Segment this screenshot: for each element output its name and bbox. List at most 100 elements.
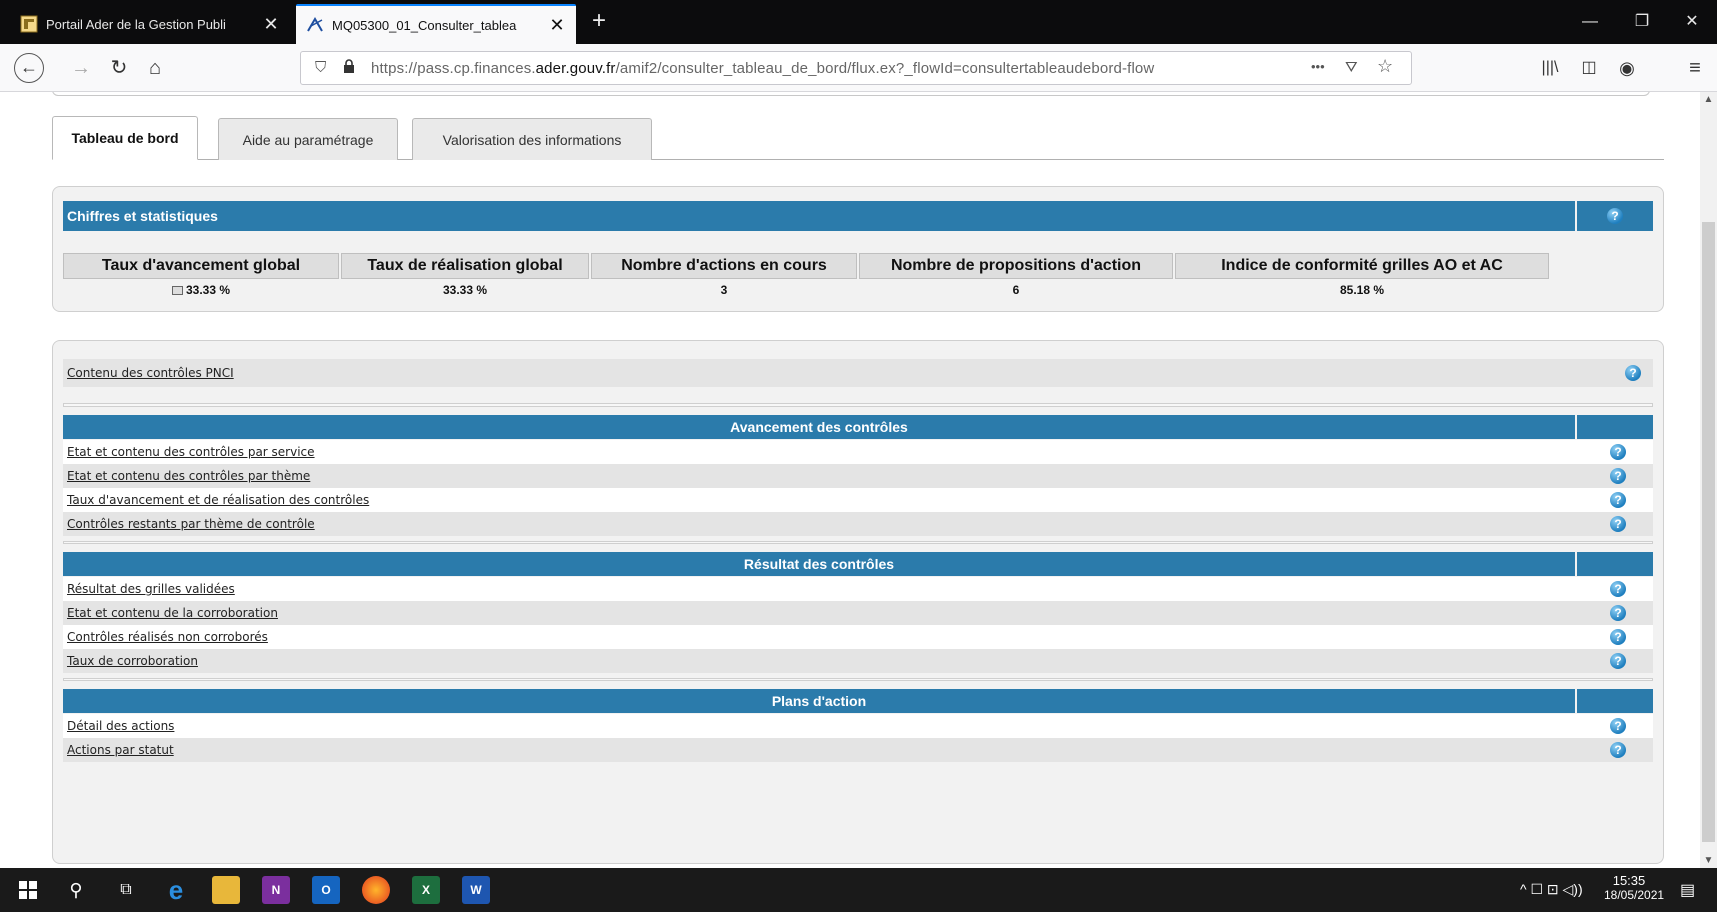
address-bar[interactable]: ⛉ https://pass.cp.finances.ader.gouv.fr/… bbox=[300, 51, 1412, 85]
reload-icon[interactable]: ↻ bbox=[104, 53, 134, 83]
back-arrow-icon[interactable]: ← bbox=[14, 53, 44, 83]
link-controles-restants[interactable]: Contrôles restants par thème de contrôle bbox=[63, 517, 1583, 531]
pnci-row: Contenu des contrôles PNCI ? bbox=[63, 359, 1653, 387]
section-title: Plans d'action bbox=[63, 689, 1575, 713]
stat-value: 33.33 % bbox=[63, 279, 339, 301]
edge-icon[interactable]: e bbox=[162, 875, 190, 905]
task-view-icon[interactable]: ⧉ bbox=[112, 876, 140, 904]
help-icon[interactable]: ? bbox=[1610, 605, 1626, 621]
stat-indice-conformite: Indice de conformité grilles AO et AC 85… bbox=[1175, 253, 1549, 301]
lock-icon[interactable] bbox=[343, 59, 355, 77]
page-actions-icon[interactable]: ••• bbox=[1311, 59, 1325, 74]
windows-start-icon[interactable] bbox=[14, 876, 42, 904]
link-contenu-pnci[interactable]: Contenu des contrôles PNCI bbox=[63, 366, 1613, 380]
report-row: Taux d'avancement et de réalisation des … bbox=[63, 488, 1653, 512]
scroll-down-icon[interactable]: ▼ bbox=[1702, 855, 1715, 866]
vertical-scrollbar[interactable]: ▲ ▼ bbox=[1700, 92, 1717, 868]
help-icon[interactable]: ? bbox=[1610, 629, 1626, 645]
link-taux-avancement-realisation[interactable]: Taux d'avancement et de réalisation des … bbox=[63, 493, 1583, 507]
link-non-corrobores[interactable]: Contrôles réalisés non corroborés bbox=[63, 630, 1583, 644]
stat-header: Taux d'avancement global bbox=[63, 253, 339, 279]
stat-header: Nombre de propositions d'action bbox=[859, 253, 1173, 279]
home-icon[interactable]: ⌂ bbox=[140, 53, 170, 83]
section-title: Résultat des contrôles bbox=[63, 552, 1575, 576]
stat-propositions-action: Nombre de propositions d'action 6 bbox=[859, 253, 1173, 301]
clock[interactable]: 15:35 18/05/2021 bbox=[1604, 873, 1665, 902]
report-row: Contrôles restants par thème de contrôle… bbox=[63, 512, 1653, 536]
tab-valorisation[interactable]: Valorisation des informations bbox=[412, 118, 652, 160]
clock-date: 18/05/2021 bbox=[1604, 888, 1665, 902]
minimize-icon[interactable]: — bbox=[1565, 8, 1615, 36]
file-explorer-icon[interactable] bbox=[212, 876, 240, 904]
menu-icon[interactable]: ≡ bbox=[1680, 53, 1710, 83]
broken-image-icon bbox=[171, 285, 183, 295]
link-taux-corroboration[interactable]: Taux de corroboration bbox=[63, 654, 1583, 668]
maximize-icon[interactable]: ❐ bbox=[1617, 8, 1667, 36]
stat-header: Nombre d'actions en cours bbox=[591, 253, 857, 279]
help-icon[interactable]: ? bbox=[1610, 653, 1626, 669]
link-controles-par-theme[interactable]: Etat et contenu des contrôles par thème bbox=[63, 469, 1583, 483]
onenote-icon[interactable]: N bbox=[262, 876, 290, 904]
tab-aide-parametrage[interactable]: Aide au paramétrage bbox=[218, 118, 398, 160]
tab-tableau-de-bord[interactable]: Tableau de bord bbox=[52, 116, 198, 160]
help-icon[interactable]: ? bbox=[1607, 208, 1623, 224]
link-detail-actions[interactable]: Détail des actions bbox=[63, 719, 1583, 733]
portal-favicon-icon bbox=[20, 15, 38, 33]
top-panel-edge bbox=[52, 92, 1650, 96]
pocket-icon[interactable]: ⛛ bbox=[1345, 59, 1358, 76]
stat-actions-en-cours: Nombre d'actions en cours 3 bbox=[591, 253, 857, 301]
separator bbox=[63, 403, 1653, 407]
close-window-icon[interactable]: ✕ bbox=[1667, 8, 1717, 36]
link-actions-par-statut[interactable]: Actions par statut bbox=[63, 743, 1583, 757]
bookmark-star-icon[interactable]: ☆ bbox=[1377, 56, 1393, 77]
browser-tab-portail[interactable]: Portail Ader de la Gestion Publi ✕ bbox=[10, 4, 290, 44]
report-row: Contrôles réalisés non corroborés? bbox=[63, 625, 1653, 649]
browser-tab-tableau[interactable]: MQ05300_01_Consulter_tablea ✕ bbox=[296, 4, 576, 44]
outlook-icon[interactable]: O bbox=[312, 876, 340, 904]
stat-header: Taux de réalisation global bbox=[341, 253, 589, 279]
tab-title: MQ05300_01_Consulter_tablea bbox=[332, 17, 517, 33]
ader-favicon-icon bbox=[306, 16, 324, 34]
forward-arrow-icon[interactable]: → bbox=[66, 53, 96, 83]
help-icon[interactable]: ? bbox=[1610, 718, 1626, 734]
library-icon[interactable]: |||\ bbox=[1535, 53, 1565, 83]
help-icon[interactable]: ? bbox=[1610, 516, 1626, 532]
help-icon[interactable]: ? bbox=[1610, 581, 1626, 597]
section-title: Avancement des contrôles bbox=[63, 415, 1575, 439]
excel-icon[interactable]: X bbox=[412, 876, 440, 904]
close-tab-icon[interactable]: ✕ bbox=[548, 15, 566, 36]
link-controles-par-service[interactable]: Etat et contenu des contrôles par servic… bbox=[63, 445, 1583, 459]
new-tab-button[interactable]: + bbox=[584, 6, 614, 38]
browser-tab-bar: Portail Ader de la Gestion Publi ✕ MQ053… bbox=[0, 0, 1717, 44]
help-icon[interactable]: ? bbox=[1610, 444, 1626, 460]
help-icon[interactable]: ? bbox=[1610, 492, 1626, 508]
stats-title-bar: Chiffres et statistiques bbox=[63, 201, 1575, 231]
stat-value: 3 bbox=[720, 283, 728, 297]
report-row: Etat et contenu de la corroboration? bbox=[63, 601, 1653, 625]
link-resultat-grilles[interactable]: Résultat des grilles validées bbox=[63, 582, 1583, 596]
stat-value: 6 bbox=[1012, 283, 1020, 297]
report-row: Résultat des grilles validées? bbox=[63, 577, 1653, 601]
help-icon[interactable]: ? bbox=[1610, 468, 1626, 484]
separator bbox=[63, 678, 1653, 681]
tray-icons[interactable]: ^ ☐ ⊡ ◁)) bbox=[1520, 881, 1583, 898]
stats-help-cell: ? bbox=[1577, 201, 1653, 231]
scroll-up-icon[interactable]: ▲ bbox=[1702, 94, 1715, 105]
help-icon[interactable]: ? bbox=[1610, 742, 1626, 758]
reports-panel: Contenu des contrôles PNCI ? Avancement … bbox=[52, 340, 1664, 864]
search-icon[interactable]: ⚲ bbox=[62, 876, 90, 904]
firefox-icon[interactable] bbox=[362, 876, 390, 904]
separator bbox=[63, 541, 1653, 544]
scroll-thumb[interactable] bbox=[1702, 222, 1715, 842]
notifications-icon[interactable]: ▤ bbox=[1680, 880, 1695, 900]
shield-icon[interactable]: ⛉ bbox=[315, 59, 326, 76]
url-text: https://pass.cp.finances.ader.gouv.fr/am… bbox=[371, 60, 1155, 77]
account-icon[interactable]: ◉ bbox=[1612, 53, 1642, 83]
link-corroboration[interactable]: Etat et contenu de la corroboration bbox=[63, 606, 1583, 620]
word-icon[interactable]: W bbox=[462, 876, 490, 904]
section-header-right bbox=[1577, 552, 1653, 576]
close-tab-icon[interactable]: ✕ bbox=[262, 14, 280, 35]
sidebar-icon[interactable]: ◫ bbox=[1574, 53, 1604, 83]
windows-taskbar: ⚲ ⧉ e N O X W ^ ☐ ⊡ ◁)) 15:35 18/05/2021… bbox=[0, 868, 1717, 912]
help-icon[interactable]: ? bbox=[1625, 365, 1641, 381]
